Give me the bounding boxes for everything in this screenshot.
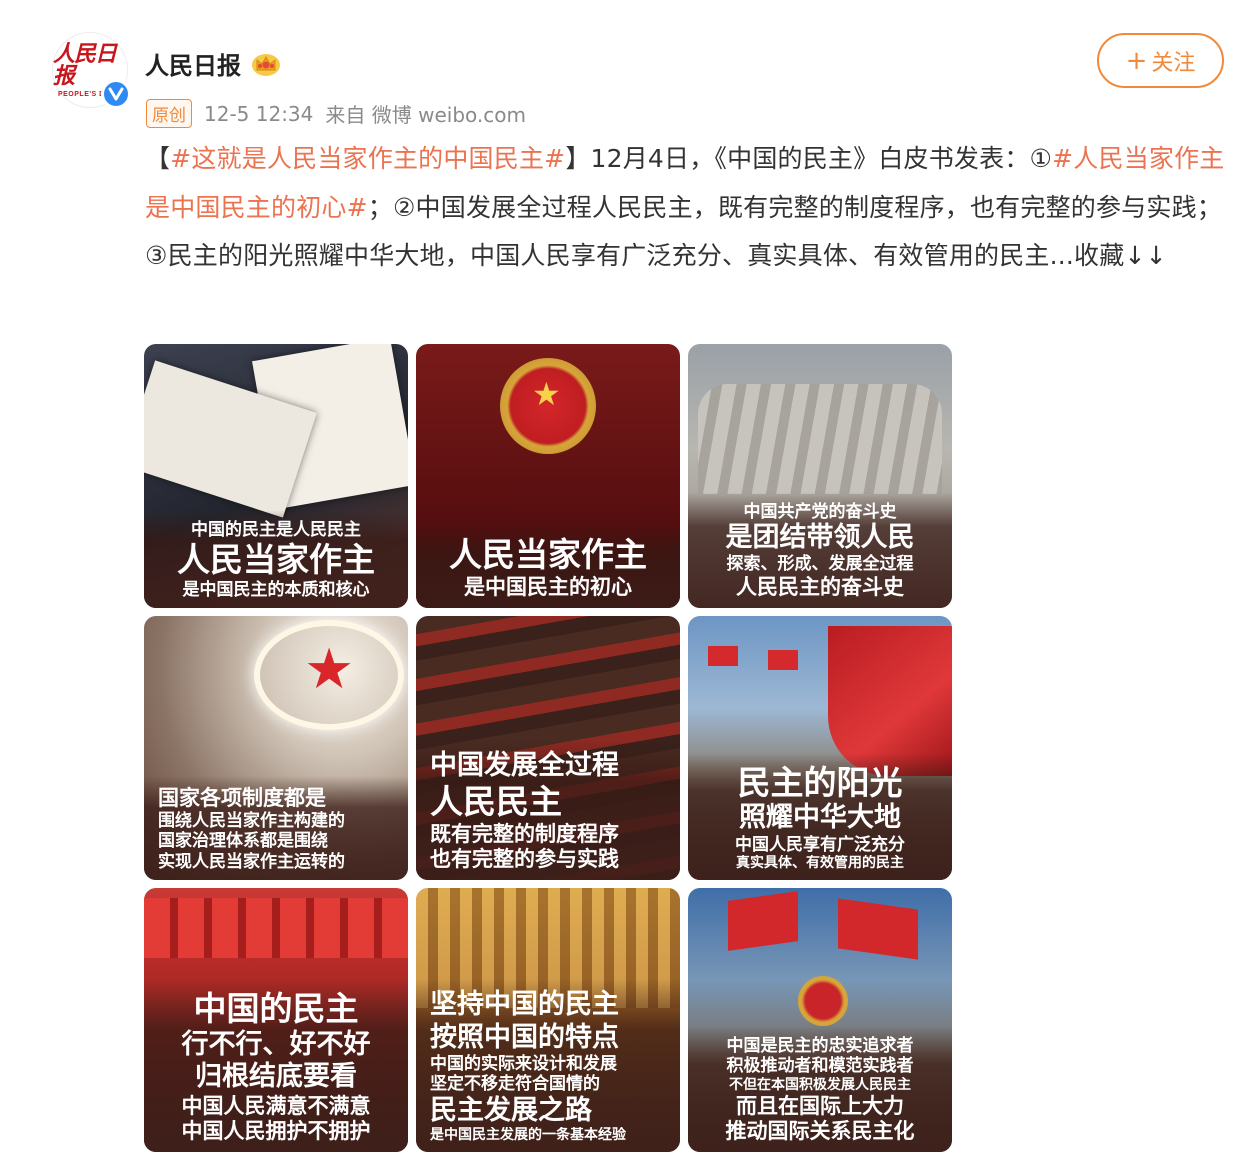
account-name-row: 人民日报 [145,46,281,81]
post-image-7[interactable]: 中国的民主 行不行、好不好 归根结底要看 中国人民满意不满意 中国人民拥护不拥护 [144,888,408,1152]
national-emblem-graphic [798,976,848,1026]
post-image-3[interactable]: 中国共产党的奋斗史 是团结带领人民 探索、形成、发展全过程 人民民主的奋斗史 [688,344,952,608]
follow-label: 关注 [1151,50,1196,76]
image-caption: 坚持中国的民主 按照中国的特点 中国的实际来设计和发展 坚定不移走符合国情的 民… [416,979,680,1152]
image-caption: 民主的阳光 照耀中华大地 中国人民享有广泛充分 真实具体、有效管用的民主 [688,752,952,880]
post-image-2[interactable]: ★ 人民当家作主 是中国民主的初心 [416,344,680,608]
red-flags-row-graphic [144,898,408,958]
red-flag-graphic [768,650,798,670]
red-flag-graphic [708,646,738,666]
original-badge: 原创 [146,99,192,128]
image-caption: 中国的民主 行不行、好不好 归根结底要看 中国人民满意不满意 中国人民拥护不拥护 [144,979,408,1152]
star-icon: ★ [532,375,561,413]
image-caption: 中国的民主是人民民主 人民当家作主 是中国民主的本质和核心 [144,509,408,608]
verified-v-icon [101,79,131,109]
post-image-1[interactable]: 中国的民主是人民民主 人民当家作主 是中国民主的本质和核心 [144,344,408,608]
avatar[interactable]: 人民日报 PEOPLE'S DAILY [52,32,131,109]
post-text-segment: 】12月4日，《中国的民主》白皮书发表：① [565,144,1053,173]
image-caption: 人民当家作主 是中国民主的初心 [416,525,680,608]
post-image-5[interactable]: 中国发展全过程 人民民主 既有完整的制度程序 也有完整的参与实践 [416,616,680,880]
monument-sculpture-graphic [698,384,942,494]
crown-icon[interactable] [251,51,281,77]
account-name[interactable]: 人民日报 [145,46,241,81]
image-caption: 中国发展全过程 人民民主 既有完整的制度程序 也有完整的参与实践 [416,739,680,880]
red-star-icon: ★ [304,637,355,702]
red-flag-graphic [728,891,798,951]
post-source[interactable]: 来自 微博 weibo.com [325,99,526,128]
post-image-6[interactable]: 民主的阳光 照耀中华大地 中国人民享有广泛充分 真实具体、有效管用的民主 [688,616,952,880]
plus-icon: + [1125,45,1148,76]
post-image-9[interactable]: 中国是民主的忠实追求者 积极推动者和模范实践者 不但在本国积极发展人民民主 而且… [688,888,952,1152]
image-caption: 中国共产党的奋斗史 是团结带领人民 探索、形成、发展全过程 人民民主的奋斗史 [688,491,952,608]
image-grid: 中国的民主是人民民主 人民当家作主 是中国民主的本质和核心 ★ 人民当家作主 是… [144,344,952,1152]
red-flag-graphic [838,898,918,960]
post-image-4[interactable]: ★ 国家各项制度都是 围绕人民当家作主构建的 国家治理体系都是围绕 实现人民当家… [144,616,408,880]
image-caption: 国家各项制度都是 围绕人民当家作主构建的 国家治理体系都是围绕 实现人民当家作主… [144,775,408,880]
post-image-8[interactable]: 坚持中国的民主 按照中国的特点 中国的实际来设计和发展 坚定不移走符合国情的 民… [416,888,680,1152]
hashtag-link[interactable]: #这就是人民当家作主的中国民主# [170,144,565,173]
post-meta: 原创 12-5 12:34 来自 微博 weibo.com [146,99,526,128]
post-text: 【#这就是人民当家作主的中国民主#】12月4日，《中国的民主》白皮书发表：①#人… [145,135,1227,281]
post-time[interactable]: 12-5 12:34 [204,102,313,126]
follow-button[interactable]: + 关注 [1097,33,1224,88]
image-caption: 中国是民主的忠实追求者 积极推动者和模范实践者 不但在本国积极发展人民民主 而且… [688,1026,952,1152]
bracket-open: 【 [145,144,171,173]
